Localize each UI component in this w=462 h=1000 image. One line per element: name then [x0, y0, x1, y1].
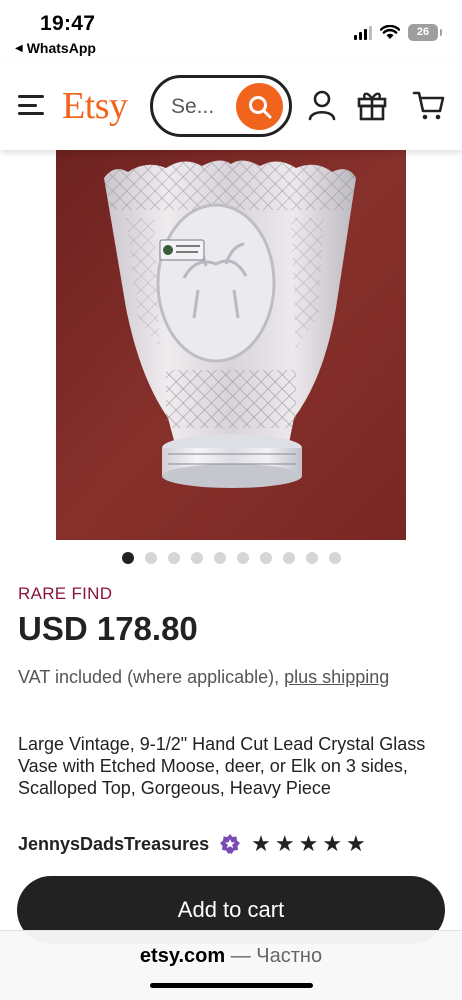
back-triangle-icon: ◀ — [15, 42, 23, 54]
cellular-signal-icon — [354, 25, 372, 40]
rare-find-badge: RARE FIND — [18, 584, 113, 603]
search-icon — [248, 95, 271, 118]
star-icon: ★ — [251, 831, 271, 856]
carousel-dot[interactable] — [121, 552, 134, 564]
star-icon: ★ — [274, 831, 295, 856]
status-icons: 26 — [354, 24, 442, 41]
star-icon: ★ — [322, 831, 343, 856]
carousel-dot[interactable] — [144, 552, 157, 564]
home-indicator[interactable] — [150, 983, 313, 988]
carousel-dot[interactable] — [213, 552, 226, 564]
search-button[interactable] — [236, 83, 283, 130]
url-domain: etsy.com — [139, 945, 226, 967]
carousel-dot[interactable] — [305, 552, 318, 564]
back-app-label: WhatsApp — [26, 40, 96, 56]
url-display[interactable]: etsy.com — Частно — [0, 945, 462, 968]
vat-note: VAT included (where applicable), plus sh… — [18, 664, 438, 690]
carousel-dot[interactable] — [259, 552, 272, 564]
account-icon[interactable] — [305, 88, 339, 122]
product-price: USD 178.80 — [18, 610, 198, 647]
seller-name-link[interactable]: JennysDadsTreasures — [18, 834, 209, 855]
shipping-link[interactable]: plus shipping — [284, 667, 389, 687]
etsy-logo[interactable]: Etsy — [62, 84, 128, 128]
status-bar: 19:47 ◀ WhatsApp 26 — [0, 0, 462, 62]
seller-row: JennysDadsTreasures ★ ★ ★ ★ ★ — [18, 831, 366, 857]
carousel-dot[interactable] — [236, 552, 249, 564]
product-image[interactable] — [56, 148, 406, 540]
search-input[interactable]: Se... — [150, 75, 292, 137]
search-placeholder: Se... — [171, 95, 215, 118]
vat-text: VAT included (where applicable), — [18, 667, 285, 687]
crystal-vase-image — [56, 148, 406, 540]
product-title: Large Vintage, 9-1/2" Hand Cut Lead Crys… — [18, 734, 426, 798]
private-mode-label: Частно — [256, 945, 323, 967]
browser-address-bar[interactable]: etsy.com — Частно — [0, 930, 462, 1000]
star-icon: ★ — [298, 831, 319, 856]
carousel-dot[interactable] — [190, 552, 203, 564]
etsy-header: Etsy Se... — [0, 62, 462, 150]
status-time: 19:47 — [40, 12, 96, 35]
wifi-icon — [380, 25, 400, 39]
back-to-app-link[interactable]: ◀ WhatsApp — [15, 40, 96, 56]
carousel-dot[interactable] — [167, 552, 180, 564]
rating-stars[interactable]: ★ ★ ★ ★ ★ — [251, 833, 366, 855]
image-carousel-dots — [0, 552, 462, 564]
carousel-dot[interactable] — [282, 552, 295, 564]
menu-icon[interactable] — [18, 95, 44, 115]
url-separator: — — [225, 945, 257, 967]
cart-icon[interactable] — [412, 88, 446, 122]
star-icon: ★ — [346, 831, 366, 856]
gift-icon[interactable] — [355, 88, 389, 122]
star-seller-badge-icon — [220, 834, 241, 854]
carousel-dot[interactable] — [328, 552, 341, 564]
battery-icon: 26 — [408, 24, 442, 41]
